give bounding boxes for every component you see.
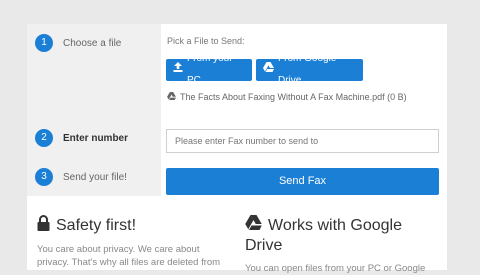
drive-title-line1: Works with Google (268, 216, 402, 234)
drive-title-line2: Drive (245, 237, 283, 254)
pick-file-label: Pick a File to Send: (167, 36, 245, 46)
google-drive-icon (245, 215, 262, 235)
upload-icon (173, 59, 183, 81)
selected-file: The Facts About Faxing Without A Fax Mac… (167, 92, 407, 102)
send-fax-button[interactable]: Send Fax (166, 168, 439, 195)
step-2-label: Enter number (63, 133, 129, 144)
drive-heading: Works with Google (245, 215, 402, 235)
google-drive-label: From Google Drive (278, 53, 337, 86)
google-drive-icon (263, 59, 274, 81)
lock-icon (37, 215, 50, 236)
step-1-number: 1 (35, 34, 53, 52)
step-1-label: Choose a file (63, 38, 122, 49)
google-drive-button[interactable]: From Google Drive (256, 53, 363, 86)
fax-number-input[interactable] (166, 129, 439, 153)
selected-file-name: The Facts About Faxing Without A Fax Mac… (180, 92, 407, 102)
upload-from-pc-label: From your PC (187, 53, 233, 86)
safety-heading: Safety first! (37, 215, 136, 236)
safety-text-line2: privacy. That's why all files are delete… (37, 257, 221, 268)
safety-text-line1: You care about privacy. We care about (37, 244, 200, 255)
google-drive-icon (167, 92, 176, 102)
step-3-label: Send your file! (63, 172, 127, 183)
step-3-number: 3 (35, 168, 53, 186)
drive-text-line1: You can open files from your PC or Googl… (245, 263, 426, 274)
safety-title: Safety first! (56, 217, 137, 234)
upload-from-pc-button[interactable]: From your PC (166, 53, 252, 86)
step-2-number: 2 (35, 129, 53, 147)
